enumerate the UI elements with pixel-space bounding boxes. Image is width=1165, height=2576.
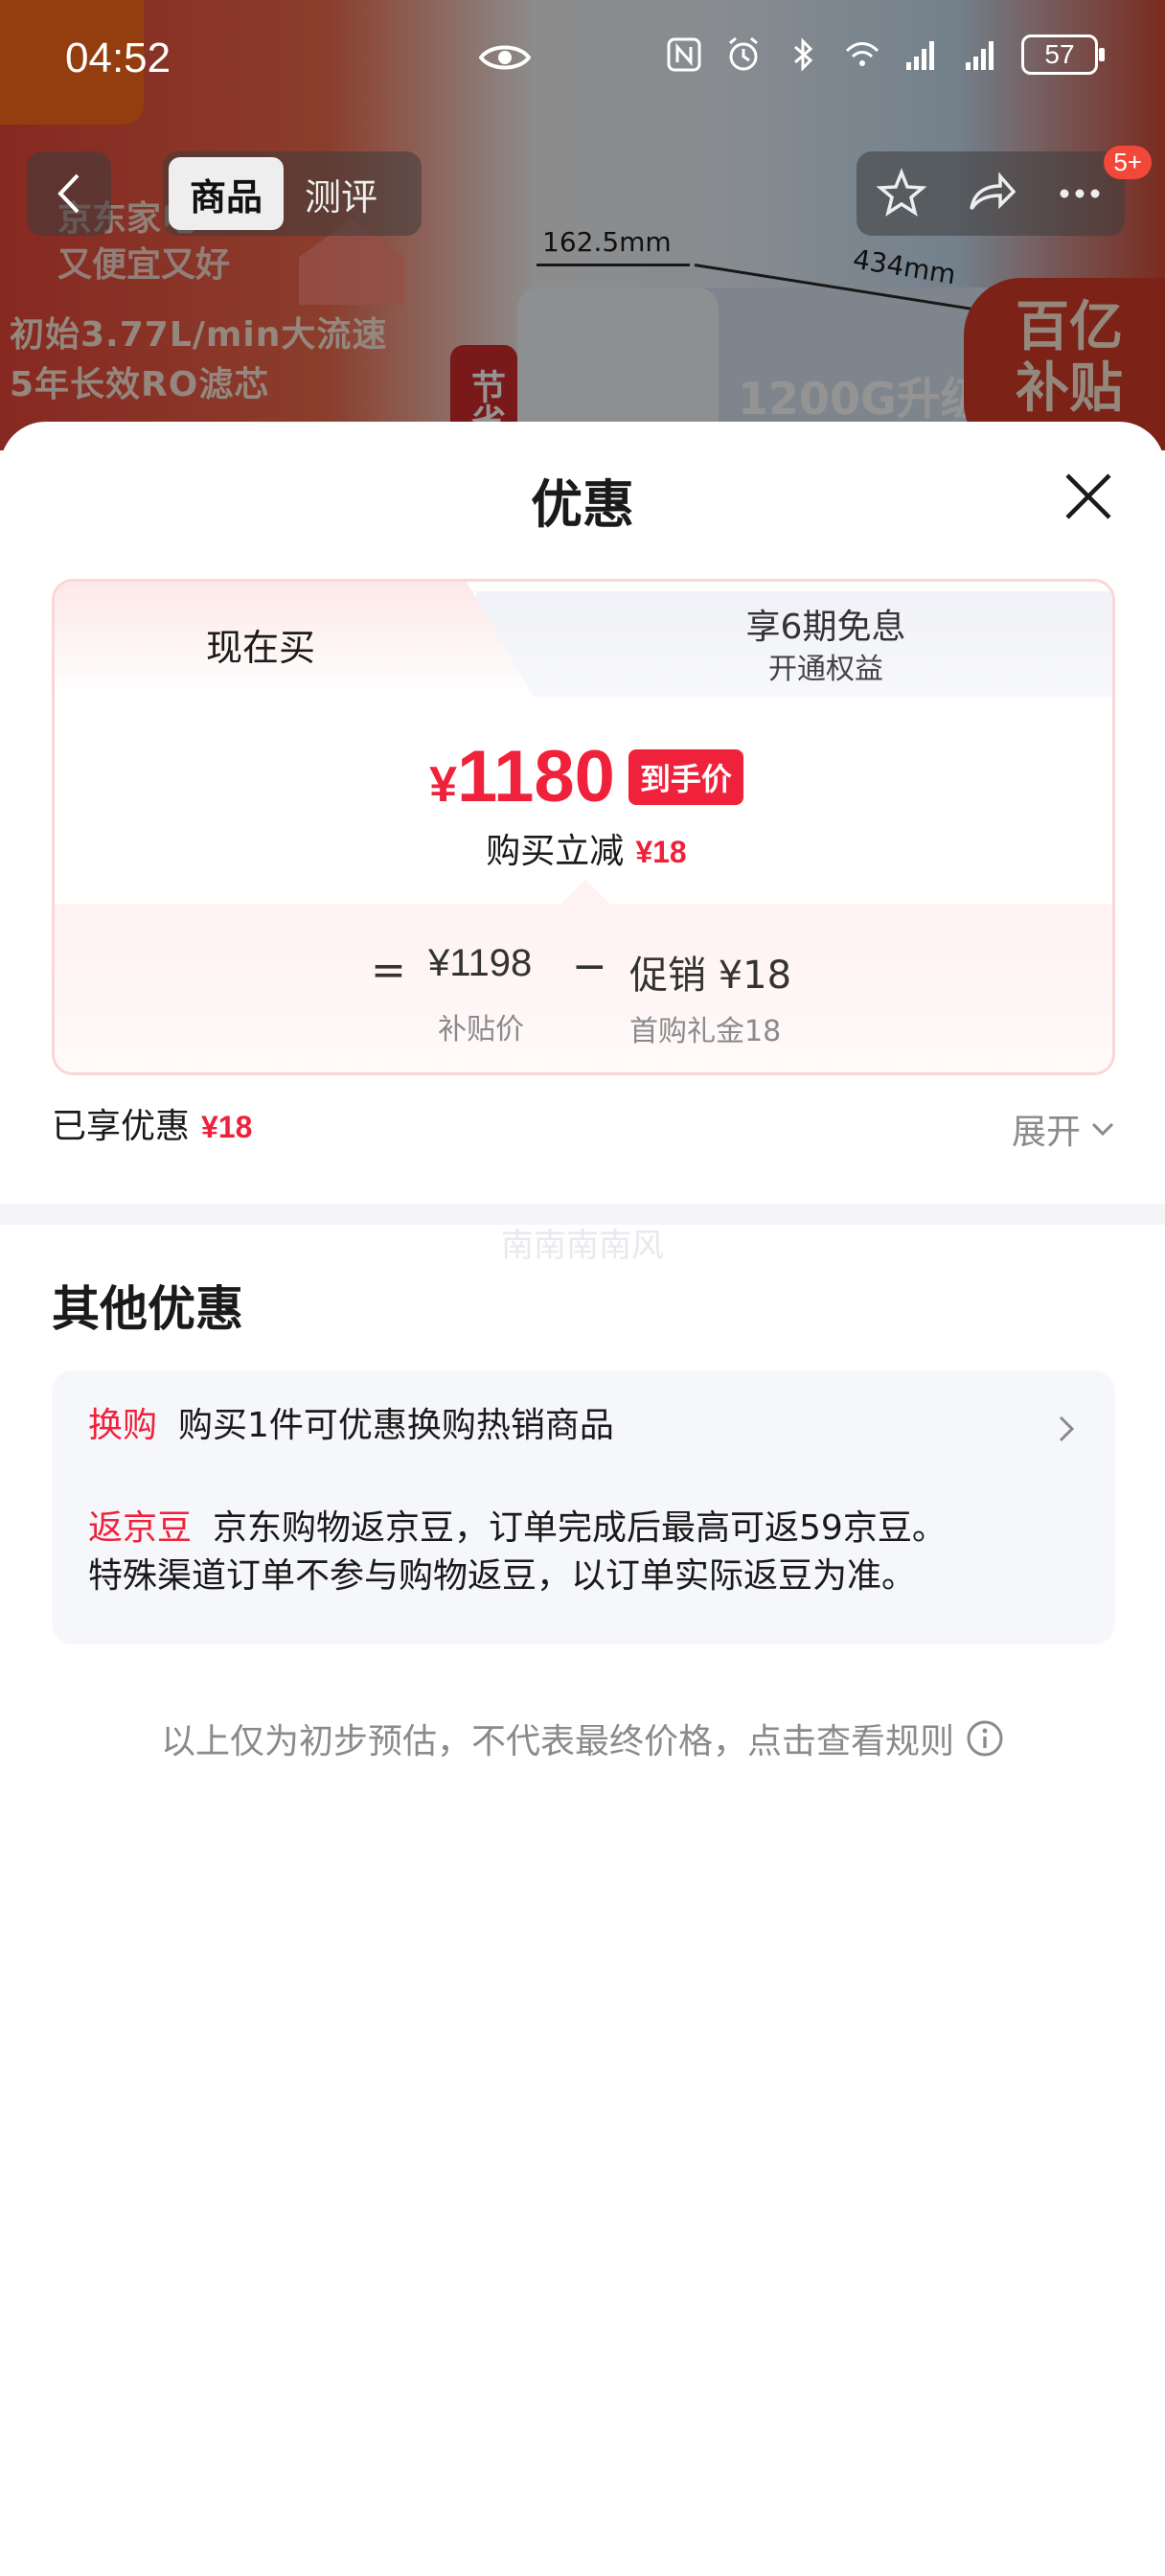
chevron-left-icon: [57, 173, 80, 214]
more-icon[interactable]: [1053, 167, 1107, 220]
signal-icon: [966, 41, 994, 70]
final-price-row: ¥ 1180 到手价: [55, 735, 1112, 818]
subsidy-price-label: 补贴价: [438, 1013, 524, 1046]
page-tabs: 商品 测评: [163, 151, 422, 236]
chevron-down-icon: [1091, 1122, 1114, 1137]
tab-product[interactable]: 商品: [169, 157, 285, 230]
promo-value: 促销 ¥18: [629, 954, 792, 998]
tab-review[interactable]: 测评: [284, 157, 399, 230]
status-time: 04:52: [65, 34, 171, 81]
promo-label: 首购礼金18: [629, 1015, 782, 1048]
tab-installment-sublabel: 开通权益: [768, 653, 883, 686]
battery-icon: 57: [1021, 34, 1105, 75]
offer-jingdou: 返京豆 京东购物返京豆，订单完成后最高可返59京豆。 特殊渠道订单不参与购物返豆，…: [88, 1505, 1085, 1600]
offer-tag: 返京豆: [88, 1508, 193, 1548]
price-breakdown: = ¥1198 补贴价 − 促销 ¥18 首购礼金18: [55, 879, 1112, 1072]
enjoyed-discount: 已享优惠 ¥18: [52, 1098, 252, 1148]
alarm-icon: [729, 36, 758, 71]
other-offers-title: 其他优惠: [52, 1281, 243, 1337]
reduce-amount: ¥18: [635, 835, 687, 869]
rules-note-text: 以上仅为初步预估，不代表最终价格，点击查看规则: [160, 1722, 954, 1761]
currency-symbol: ¥: [429, 757, 457, 813]
signal-icon: [906, 41, 934, 70]
chevron-right-icon[interactable]: [1056, 1413, 1077, 1445]
status-icons: 57: [665, 34, 1105, 75]
eye-icon: [479, 45, 531, 70]
offer-text: 京东购物返京豆，订单完成后最高可返59京豆。: [213, 1508, 947, 1548]
offer-text-2: 特殊渠道订单不参与购物返豆，以订单实际返豆为准。: [88, 1556, 917, 1596]
nfc-icon: [667, 37, 701, 72]
offer-trade-in[interactable]: 换购 购买1件可优惠换购热销商品: [88, 1397, 1085, 1447]
share-icon[interactable]: [964, 167, 1017, 220]
purchase-mode-tabs: 享6期免息 开通权益 现在买: [55, 582, 1112, 697]
final-price: ¥ 1180: [429, 735, 615, 818]
notification-badge: 5+: [1104, 146, 1152, 179]
other-offers-card: 换购 购买1件可优惠换购热销商品 返京豆 京东购物返京豆，订单完成后最高可返59京…: [52, 1370, 1115, 1644]
tab-installment-label: 享6期免息: [745, 608, 906, 647]
discount-sheet: 优惠 享6期免息 开通权益 现在买 ¥ 1180 到手价 购买立减 ¥18 = ¥…: [0, 422, 1165, 2576]
minus-sign: −: [572, 942, 607, 991]
info-icon: [967, 1720, 1003, 1757]
tab-buy-now-label: 现在买: [205, 627, 315, 669]
wifi-icon: [845, 42, 879, 66]
sheet-title: 优惠: [531, 474, 634, 535]
top-actions: [857, 151, 1125, 236]
expand-label: 展开: [1011, 1113, 1081, 1152]
status-bar: 04:52 57: [0, 0, 1165, 125]
offer-text: 购买1件可优惠换购热销商品: [178, 1406, 614, 1445]
subsidy-price: ¥1198: [428, 942, 533, 984]
final-price-value: 1180: [457, 736, 615, 817]
price-card: 享6期免息 开通权益 现在买 ¥ 1180 到手价 购买立减 ¥18 = ¥119…: [52, 579, 1115, 1075]
watermark: 南南南南风: [501, 1227, 664, 1265]
expand-button[interactable]: 展开: [1012, 1104, 1115, 1154]
reduce-row: 购买立减 ¥18: [55, 823, 1112, 873]
back-button[interactable]: [27, 151, 111, 236]
final-price-tag: 到手价: [628, 748, 743, 805]
breakdown-notch: [560, 879, 610, 929]
bluetooth-icon: [794, 37, 813, 72]
equals-sign: =: [371, 946, 406, 995]
enjoyed-label: 已享优惠: [52, 1107, 191, 1146]
reduce-label: 购买立减: [486, 832, 625, 871]
star-icon[interactable]: [875, 167, 928, 220]
close-icon[interactable]: [1062, 470, 1115, 523]
offer-tag: 换购: [88, 1406, 158, 1445]
rules-note[interactable]: 以上仅为初步预估，不代表最终价格，点击查看规则: [0, 1714, 1165, 1763]
enjoyed-amount: ¥18: [201, 1110, 253, 1144]
